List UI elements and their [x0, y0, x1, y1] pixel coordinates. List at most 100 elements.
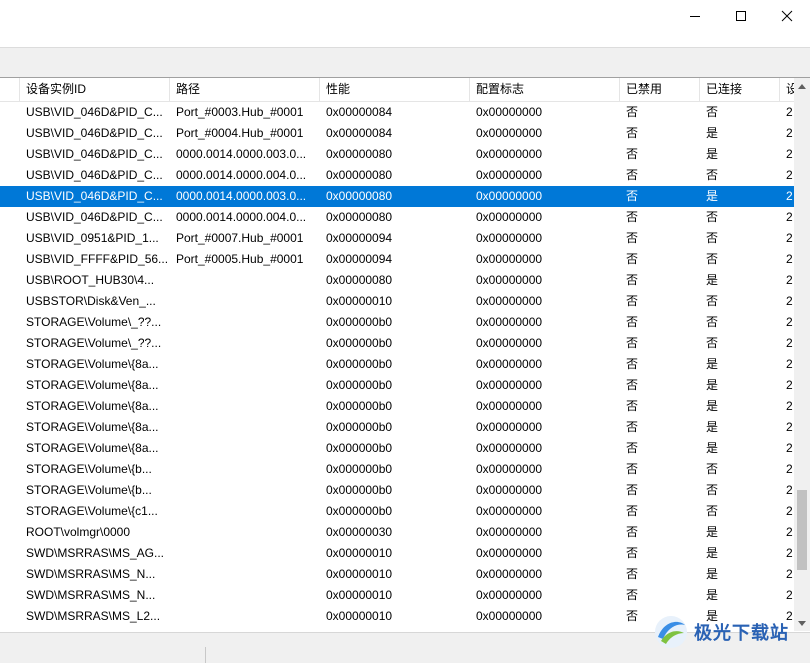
cell-config-flags: 0x00000000: [476, 231, 543, 245]
table-row[interactable]: SWD\MSRRAS\MS_N... 0x00000010 0x00000000 否 是…: [0, 564, 794, 585]
cell-capabilities: 0x000000b0: [326, 336, 393, 350]
column-header-disabled[interactable]: 已禁用: [620, 78, 700, 101]
cell-connected: 否: [706, 168, 719, 182]
cell-device-id: USB\VID_0951&PID_1...: [26, 231, 159, 245]
cell-capabilities: 0x00000010: [326, 609, 393, 623]
column-header-device-id[interactable]: 设备实例ID: [20, 78, 170, 101]
cell-disabled: 否: [626, 210, 639, 224]
table-row[interactable]: STORAGE\Volume\{c1... 0x000000b0 0x0000000…: [0, 501, 794, 522]
cell-disabled: 否: [626, 378, 639, 392]
cell-device-id: SWD\MSRRAS\MS_AG...: [26, 546, 165, 560]
cell-extra: 2: [786, 399, 793, 413]
table-row[interactable]: STORAGE\Volume\{8a... 0x000000b0 0x0000000…: [0, 354, 794, 375]
cell-disabled: 否: [626, 336, 639, 350]
table-row[interactable]: SWD\MSRRAS\MS_N... 0x00000010 0x00000000 否 是…: [0, 585, 794, 606]
cell-config-flags: 0x00000000: [476, 357, 543, 371]
cell-capabilities: 0x00000084: [326, 105, 393, 119]
watermark: 极光下载站: [652, 612, 810, 652]
column-header-extra[interactable]: 设: [780, 78, 794, 101]
cell-disabled: 否: [626, 147, 639, 161]
cell-config-flags: 0x00000000: [476, 126, 543, 140]
cell-disabled: 否: [626, 504, 639, 518]
cell-disabled: 否: [626, 252, 639, 266]
cell-device-id: USB\VID_046D&PID_C...: [26, 168, 163, 182]
cell-extra: 2: [786, 105, 793, 119]
cell-capabilities: 0x000000b0: [326, 483, 393, 497]
toolbar-area: [0, 31, 810, 48]
vertical-scrollbar[interactable]: [794, 78, 810, 631]
table-row[interactable]: USB\VID_FFFF&PID_56... Port_#0005.Hub_#00…: [0, 249, 794, 270]
table-row[interactable]: USB\VID_046D&PID_C... 0000.0014.0000.003.…: [0, 144, 794, 165]
cell-extra: 2: [786, 126, 793, 140]
column-header-connected[interactable]: 已连接: [700, 78, 780, 101]
column-header-config-flags[interactable]: 配置标志: [470, 78, 620, 101]
cell-config-flags: 0x00000000: [476, 399, 543, 413]
cell-device-id: USB\VID_FFFF&PID_56...: [26, 252, 169, 266]
cell-device-id: STORAGE\Volume\{8a...: [26, 441, 159, 455]
cell-config-flags: 0x00000000: [476, 378, 543, 392]
table-row[interactable]: STORAGE\Volume\{8a... 0x000000b0 0x0000000…: [0, 396, 794, 417]
cell-capabilities: 0x000000b0: [326, 399, 393, 413]
filter-band: [0, 48, 810, 77]
table-row[interactable]: SWD\MSRRAS\MS_AG... 0x00000010 0x00000000 否…: [0, 543, 794, 564]
title-bar: [0, 0, 810, 31]
cell-config-flags: 0x00000000: [476, 462, 543, 476]
scrollbar-thumb[interactable]: [797, 490, 807, 570]
cell-config-flags: 0x00000000: [476, 168, 543, 182]
cell-path: 0000.0014.0000.003.0...: [176, 189, 307, 203]
cell-device-id: USB\VID_046D&PID_C...: [26, 126, 163, 140]
table-row[interactable]: STORAGE\Volume\_??... 0x000000b0 0x0000000…: [0, 312, 794, 333]
cell-capabilities: 0x000000b0: [326, 462, 393, 476]
cell-path: [170, 522, 320, 543]
maximize-button[interactable]: [718, 0, 764, 31]
cell-path: [170, 501, 320, 522]
table-row[interactable]: USB\VID_046D&PID_C... Port_#0003.Hub_#000…: [0, 102, 794, 123]
cell-connected: 是: [706, 378, 719, 392]
aurora-logo-icon: [655, 616, 687, 648]
cell-disabled: 否: [626, 126, 639, 140]
cell-connected: 是: [706, 189, 719, 203]
cell-connected: 否: [706, 105, 719, 119]
cell-connected: 否: [706, 294, 719, 308]
table-row[interactable]: USB\VID_046D&PID_C... 0000.0014.0000.004.…: [0, 165, 794, 186]
table-row[interactable]: STORAGE\Volume\{8a... 0x000000b0 0x0000000…: [0, 438, 794, 459]
cell-extra: 2: [786, 315, 793, 329]
cell-config-flags: 0x00000000: [476, 273, 543, 287]
cell-capabilities: 0x00000094: [326, 231, 393, 245]
table-row[interactable]: ROOT\volmgr\0000 0x00000030 0x00000000 否 是 2: [0, 522, 794, 543]
table-row[interactable]: USB\VID_046D&PID_C... Port_#0004.Hub_#000…: [0, 123, 794, 144]
minimize-button[interactable]: [672, 0, 718, 31]
cell-device-id: STORAGE\Volume\{8a...: [26, 357, 159, 371]
cell-extra: 2: [786, 588, 793, 602]
cell-path: Port_#0005.Hub_#0001: [176, 252, 304, 266]
cell-capabilities: 0x00000010: [326, 588, 393, 602]
cell-device-id: USBSTOR\Disk&Ven_...: [26, 294, 156, 308]
cell-disabled: 否: [626, 483, 639, 497]
table-row[interactable]: STORAGE\Volume\{b... 0x000000b0 0x00000000…: [0, 480, 794, 501]
table-row[interactable]: USBSTOR\Disk&Ven_... 0x00000010 0x00000000…: [0, 291, 794, 312]
table-row[interactable]: STORAGE\Volume\{b... 0x000000b0 0x00000000…: [0, 459, 794, 480]
cell-config-flags: 0x00000000: [476, 567, 543, 581]
header-spacer: [0, 78, 20, 101]
cell-connected: 否: [706, 483, 719, 497]
cell-path: [170, 354, 320, 375]
cell-capabilities: 0x000000b0: [326, 357, 393, 371]
cell-path: 0000.0014.0000.003.0...: [176, 147, 307, 161]
column-header-capabilities[interactable]: 性能: [320, 78, 470, 101]
cell-capabilities: 0x00000094: [326, 252, 393, 266]
table-row[interactable]: STORAGE\Volume\{8a... 0x000000b0 0x0000000…: [0, 417, 794, 438]
device-list[interactable]: 设备实例ID 路径 性能 配置标志 已禁用 已连接 设 USB\VID_046D…: [0, 77, 810, 631]
table-row[interactable]: USB\VID_0951&PID_1... Port_#0007.Hub_#000…: [0, 228, 794, 249]
table-row[interactable]: USB\VID_046D&PID_C... 0000.0014.0000.004.…: [0, 207, 794, 228]
cell-connected: 是: [706, 525, 719, 539]
column-header-path[interactable]: 路径: [170, 78, 320, 101]
cell-connected: 是: [706, 420, 719, 434]
scroll-up-arrow-icon[interactable]: [794, 78, 810, 94]
close-button[interactable]: [764, 0, 810, 31]
table-row[interactable]: STORAGE\Volume\{8a... 0x000000b0 0x0000000…: [0, 375, 794, 396]
cell-path: [170, 543, 320, 564]
table-row[interactable]: STORAGE\Volume\_??... 0x000000b0 0x0000000…: [0, 333, 794, 354]
cell-extra: 2: [786, 378, 793, 392]
table-row[interactable]: USB\ROOT_HUB30\4... 0x00000080 0x00000000 否…: [0, 270, 794, 291]
table-row[interactable]: USB\VID_046D&PID_C... 0000.0014.0000.003.…: [0, 186, 794, 207]
